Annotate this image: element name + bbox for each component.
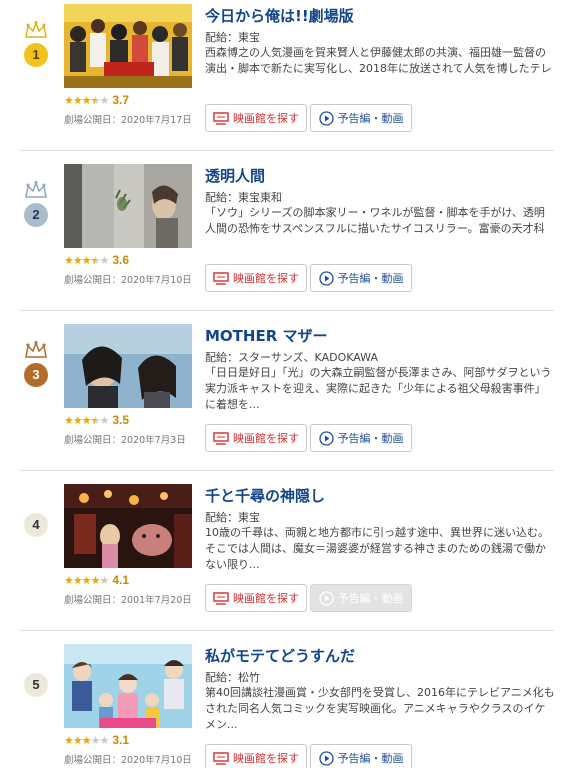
play-icon bbox=[318, 750, 334, 766]
find-theater-label: 映画館を探す bbox=[233, 592, 299, 605]
crown-icon bbox=[25, 340, 47, 358]
rating-score: 4.1 bbox=[112, 573, 130, 587]
movie-description: 第40回講談社漫画賞・少女部門を受賞し、2016年にテレビアニメ化もされた同名人… bbox=[205, 686, 555, 731]
star-rating-icon: ★★★★★★ bbox=[64, 254, 109, 267]
movie-description: 10歳の千尋は、両親と地方都市に引っ越す途中、異世界に迷い込む。そこでは人間は、… bbox=[205, 526, 549, 571]
release-date: 劇場公開日：2020年7月10日 bbox=[64, 275, 192, 286]
list-item: 3 ★★★★★★3.5 劇場公開日：2020年7月3日 MOTHER マザー 配… bbox=[0, 320, 568, 480]
release-date: 劇場公開日：2020年7月3日 bbox=[64, 435, 186, 446]
divider bbox=[20, 630, 554, 631]
rank-badge: 4 bbox=[24, 513, 48, 537]
movie-poster[interactable] bbox=[64, 4, 192, 88]
trailer-button[interactable]: 予告編・動画 bbox=[310, 744, 412, 768]
release-date: 劇場公開日：2020年7月17日 bbox=[64, 115, 192, 126]
rating: ★★★★★ 4.1 bbox=[64, 573, 129, 587]
rating-score: 3.6 bbox=[112, 253, 130, 267]
trailer-label: 予告編・動画 bbox=[337, 432, 404, 445]
play-icon bbox=[318, 110, 334, 126]
release-date: 劇場公開日：2001年7月20日 bbox=[64, 595, 192, 606]
crown-icon bbox=[25, 180, 47, 198]
list-item: 4 ★★★★★ 4.1 劇場公開日：2001年7月20日 千と千尋の神隠し 配給：… bbox=[0, 480, 568, 640]
rating-score: 3.1 bbox=[112, 733, 130, 747]
movie-title-link[interactable]: MOTHER マザー bbox=[205, 325, 327, 346]
find-theater-label: 映画館を探す bbox=[233, 752, 299, 765]
release-date: 劇場公開日：2020年7月10日 bbox=[64, 755, 192, 766]
movie-description: 西森博之の人気漫画を賀来賢人と伊藤健太郎の共演、福田雄一監督の演出・脚本で新たに… bbox=[205, 46, 552, 75]
rating-score: 3.7 bbox=[112, 93, 130, 107]
divider bbox=[20, 150, 554, 151]
star-rating-icon: ★★★★★★ bbox=[64, 414, 109, 427]
trailer-button-disabled: 予告編・動画 bbox=[310, 584, 412, 612]
movie-poster[interactable] bbox=[64, 644, 192, 728]
distributor: 配給：東宝東和 bbox=[205, 191, 282, 204]
find-theater-label: 映画館を探す bbox=[233, 432, 299, 445]
list-item: 2 ★★★★★★3.6 劇場公開日：2020年7月10日 透明人間 配給：東宝東… bbox=[0, 160, 568, 320]
trailer-label: 予告編・動画 bbox=[337, 752, 404, 765]
rank-badge: 1 bbox=[24, 43, 48, 67]
rating: ★★★★★ 3.1 bbox=[64, 733, 129, 747]
find-theater-label: 映画館を探す bbox=[233, 272, 299, 285]
divider bbox=[20, 470, 554, 471]
trailer-label: 予告編・動画 bbox=[337, 592, 404, 605]
distributor: 配給：松竹 bbox=[205, 671, 260, 684]
trailer-button[interactable]: 予告編・動画 bbox=[310, 424, 412, 452]
movie-poster[interactable] bbox=[64, 164, 192, 248]
list-item: 1 ★★★★★★3.7 劇場公開日：2020年7月17日 今日から俺は!!劇場版… bbox=[0, 0, 568, 160]
theater-icon bbox=[213, 431, 229, 445]
movie-title-link[interactable]: 今日から俺は!!劇場版 bbox=[205, 5, 354, 26]
distributor: 配給：スターサンズ、KADOKAWA bbox=[205, 351, 378, 364]
star-rating-icon: ★★★★★ bbox=[64, 734, 109, 747]
theater-icon bbox=[213, 591, 229, 605]
trailer-label: 予告編・動画 bbox=[337, 272, 404, 285]
rank-badge: 2 bbox=[24, 203, 48, 227]
movie-description: 「ソウ」シリーズの脚本家リー・ワネルが監督・脚本を手がけ、透明人間の恐怖をサスペ… bbox=[205, 206, 545, 235]
ranking-list: 1 ★★★★★★3.7 劇場公開日：2020年7月17日 今日から俺は!!劇場版… bbox=[0, 0, 568, 768]
star-rating-icon: ★★★★★★ bbox=[64, 94, 109, 107]
find-theater-button[interactable]: 映画館を探す bbox=[205, 744, 307, 768]
trailer-label: 予告編・動画 bbox=[337, 112, 404, 125]
trailer-button[interactable]: 予告編・動画 bbox=[310, 104, 412, 132]
find-theater-button[interactable]: 映画館を探す bbox=[205, 424, 307, 452]
play-icon bbox=[318, 590, 334, 606]
find-theater-button[interactable]: 映画館を探す bbox=[205, 264, 307, 292]
distributor: 配給：東宝 bbox=[205, 31, 260, 44]
rating: ★★★★★★3.5 bbox=[64, 413, 129, 427]
divider bbox=[20, 310, 554, 311]
list-item: 5 ★★★★★ 3.1 劇場公開日：2020年7月10日 私がモテてどうすんだ 配… bbox=[0, 640, 568, 768]
find-theater-button[interactable]: 映画館を探す bbox=[205, 104, 307, 132]
movie-title-link[interactable]: 透明人間 bbox=[205, 165, 265, 186]
rank-badge: 3 bbox=[24, 363, 48, 387]
theater-icon bbox=[213, 111, 229, 125]
movie-poster[interactable] bbox=[64, 484, 192, 568]
movie-description: 「日日是好日」「光」の大森立嗣監督が長澤まさみ、阿部サダヲという実力派キャストを… bbox=[205, 366, 552, 411]
movie-title-link[interactable]: 私がモテてどうすんだ bbox=[205, 645, 355, 666]
star-rating-icon: ★★★★★ bbox=[64, 574, 109, 587]
distributor: 配給：東宝 bbox=[205, 511, 260, 524]
play-icon bbox=[318, 430, 334, 446]
play-icon bbox=[318, 270, 334, 286]
crown-icon bbox=[25, 20, 47, 38]
rating-score: 3.5 bbox=[112, 413, 130, 427]
find-theater-label: 映画館を探す bbox=[233, 112, 299, 125]
rating: ★★★★★★3.7 bbox=[64, 93, 129, 107]
movie-title-link[interactable]: 千と千尋の神隠し bbox=[205, 485, 325, 506]
rank-badge: 5 bbox=[24, 673, 48, 697]
movie-poster[interactable] bbox=[64, 324, 192, 408]
trailer-button[interactable]: 予告編・動画 bbox=[310, 264, 412, 292]
find-theater-button[interactable]: 映画館を探す bbox=[205, 584, 307, 612]
theater-icon bbox=[213, 751, 229, 765]
theater-icon bbox=[213, 271, 229, 285]
rating: ★★★★★★3.6 bbox=[64, 253, 129, 267]
